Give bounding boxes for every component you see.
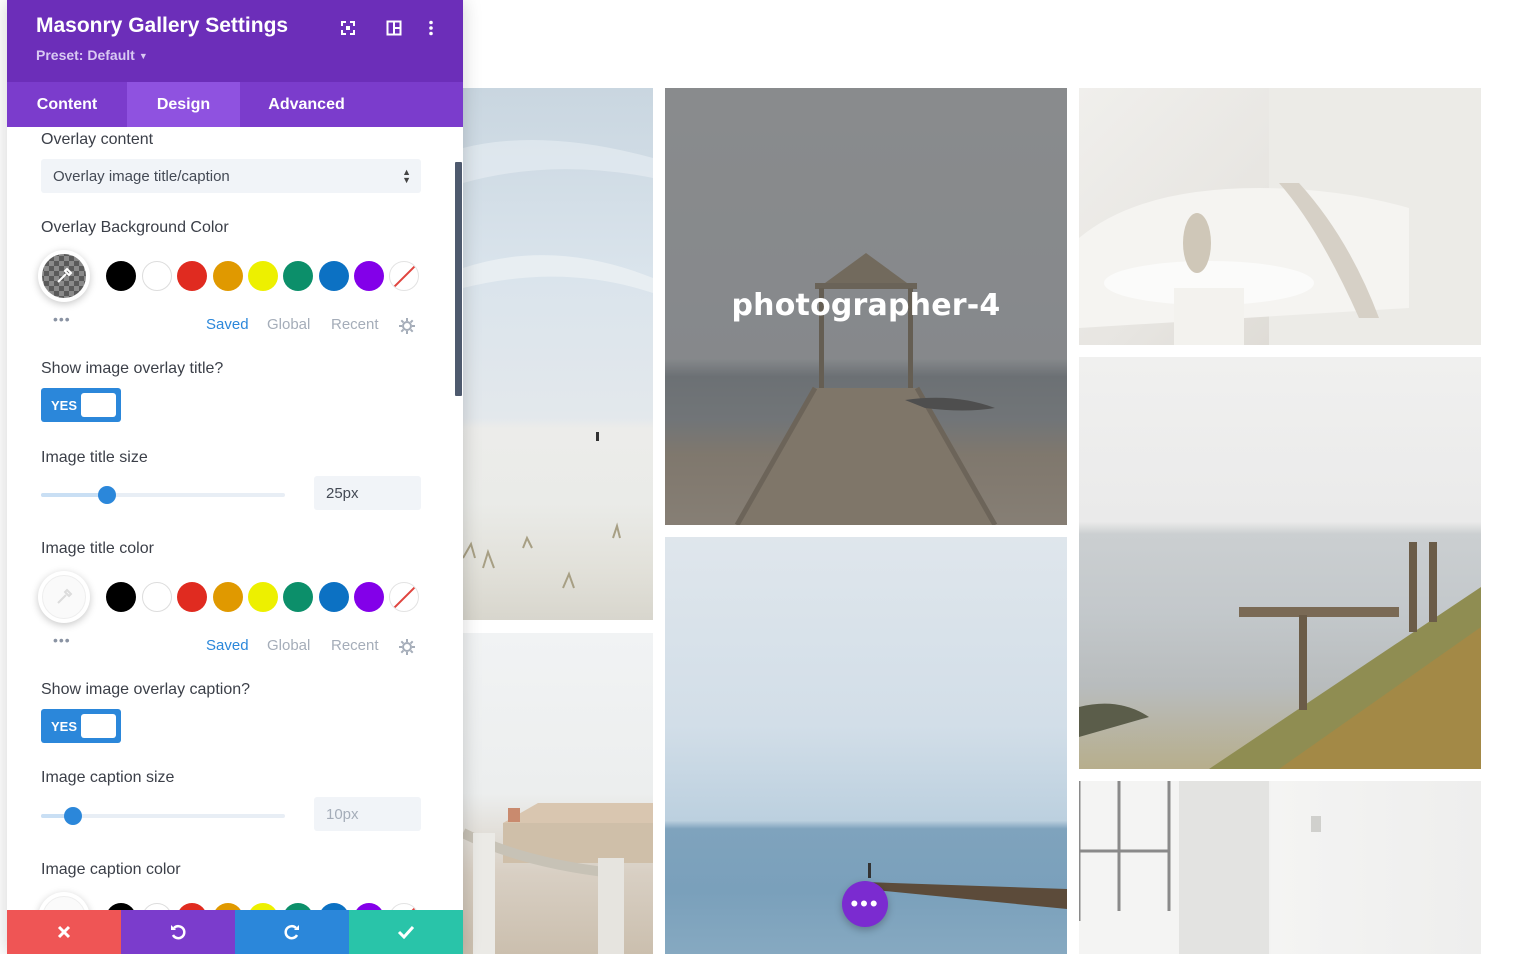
redo-icon — [284, 924, 299, 940]
kebab-menu-icon[interactable] — [420, 17, 442, 39]
swatch-green[interactable] — [283, 582, 313, 612]
panel-tabs: Content Design Advanced — [7, 82, 463, 127]
redo-button[interactable] — [235, 910, 349, 954]
show-title-toggle[interactable]: YES — [41, 388, 121, 422]
more-options-fab[interactable]: ••• — [842, 881, 888, 927]
image-hover-overlay: photographer-4 — [665, 88, 1067, 525]
save-button[interactable] — [349, 910, 463, 954]
panel-scrollbar[interactable] — [455, 162, 462, 396]
palette-tab-global[interactable]: Global — [267, 316, 310, 333]
title-size-input[interactable]: 25px — [314, 476, 421, 510]
fullscreen-icon[interactable] — [337, 17, 359, 39]
swatch-none-icon[interactable] — [389, 582, 419, 612]
title-size-label: Image title size — [41, 449, 148, 466]
split-view-icon[interactable] — [383, 17, 405, 39]
gallery-image-5[interactable] — [1079, 88, 1481, 345]
overlay-image-title: photographer-4 — [731, 288, 1001, 323]
slider-fill — [41, 493, 107, 497]
title-color-label: Image title color — [41, 540, 154, 557]
title-color-picker[interactable] — [38, 571, 90, 623]
window-wall-image — [1079, 781, 1321, 954]
eyedropper-icon — [57, 588, 73, 604]
caption-size-label: Image caption size — [41, 769, 175, 786]
palette-tab-recent[interactable]: Recent — [331, 316, 379, 333]
swatch-red[interactable] — [177, 261, 207, 291]
preset-label: Preset: Default — [36, 47, 135, 63]
undo-icon — [171, 924, 186, 940]
toggle-yes-label: YES — [51, 398, 78, 413]
gear-icon[interactable] — [399, 639, 415, 655]
more-colors-icon[interactable]: ••• — [53, 632, 71, 648]
fence-house-image — [463, 803, 653, 954]
overlay-bg-color-label: Overlay Background Color — [41, 219, 229, 236]
swatch-orange[interactable] — [213, 261, 243, 291]
caption-size-slider[interactable] — [41, 807, 285, 825]
beach-dunes-image — [463, 140, 653, 589]
caption-size-input[interactable]: 10px — [314, 797, 421, 831]
select-arrows-icon: ▲ ▼ — [402, 167, 411, 185]
swatch-blue[interactable] — [319, 582, 349, 612]
swatch-black[interactable] — [106, 582, 136, 612]
overlay-bg-color-picker[interactable] — [38, 250, 90, 302]
more-dots-icon: ••• — [850, 891, 880, 916]
swatch-orange[interactable] — [213, 582, 243, 612]
swatch-yellow[interactable] — [248, 261, 278, 291]
caret-down-icon: ▼ — [138, 51, 148, 61]
swatch-white[interactable] — [142, 582, 172, 612]
cancel-button[interactable] — [7, 910, 121, 954]
show-caption-toggle[interactable]: YES — [41, 709, 121, 743]
show-title-label: Show image overlay title? — [41, 360, 224, 377]
panel-header: Masonry Gallery Settings Preset: Default… — [7, 0, 463, 82]
toggle-knob — [81, 393, 116, 417]
gear-icon[interactable] — [399, 318, 415, 334]
swatch-green[interactable] — [283, 261, 313, 291]
more-colors-icon[interactable]: ••• — [53, 311, 71, 327]
palette-tab-global[interactable]: Global — [267, 637, 310, 654]
toggle-yes-label: YES — [51, 719, 78, 734]
palette-tab-recent[interactable]: Recent — [331, 637, 379, 654]
swatch-none-icon[interactable] — [389, 261, 419, 291]
tab-advanced[interactable]: Advanced — [240, 82, 373, 127]
caption-color-label: Image caption color — [41, 861, 181, 878]
close-icon — [57, 925, 71, 939]
white-interior-image — [1079, 88, 1481, 345]
eyedropper-icon — [57, 267, 73, 283]
swatch-blue[interactable] — [319, 261, 349, 291]
tab-content[interactable]: Content — [7, 82, 127, 127]
show-caption-label: Show image overlay caption? — [41, 681, 251, 698]
gallery-image-6[interactable] — [1079, 357, 1481, 769]
slider-thumb[interactable] — [63, 807, 82, 825]
undo-button[interactable] — [121, 910, 235, 954]
checkmark-icon — [397, 925, 415, 939]
preset-selector[interactable]: Preset: Default ▼ — [36, 47, 148, 63]
gallery-image-7[interactable] — [1079, 781, 1481, 954]
palette-tab-saved[interactable]: Saved — [206, 316, 249, 333]
swatch-yellow[interactable] — [248, 582, 278, 612]
cliff-bench-image — [1079, 542, 1481, 769]
swatch-red[interactable] — [177, 582, 207, 612]
overlay-content-label: Overlay content — [41, 131, 154, 148]
panel-title: Masonry Gallery Settings — [36, 14, 289, 37]
gallery-image-2[interactable] — [463, 633, 653, 954]
panel-footer — [7, 910, 463, 954]
swatch-black[interactable] — [106, 261, 136, 291]
gallery-image-3[interactable]: photographer-4 — [665, 88, 1067, 525]
tab-design[interactable]: Design — [127, 82, 240, 127]
palette-tab-saved[interactable]: Saved — [206, 637, 249, 654]
settings-panel: Masonry Gallery Settings Preset: Default… — [7, 0, 463, 954]
swatch-white[interactable] — [142, 261, 172, 291]
slider-thumb[interactable] — [97, 486, 116, 504]
title-size-slider[interactable] — [41, 486, 285, 504]
swatch-purple[interactable] — [354, 582, 384, 612]
swatch-purple[interactable] — [354, 261, 384, 291]
overlay-content-value: Overlay image title/caption — [53, 167, 230, 185]
gallery-image-1[interactable] — [463, 88, 653, 620]
overlay-content-select[interactable]: Overlay image title/caption ▲ ▼ — [41, 159, 421, 193]
toggle-knob — [81, 714, 116, 738]
